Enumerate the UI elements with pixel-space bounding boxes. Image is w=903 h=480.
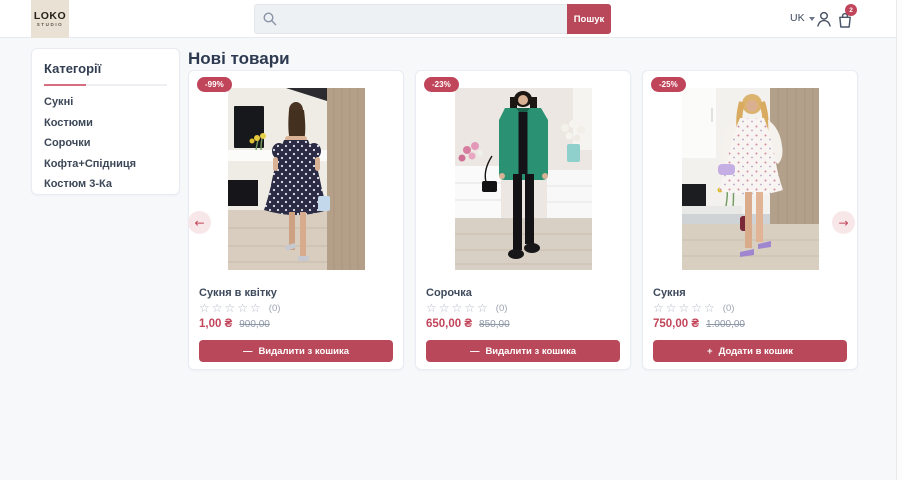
old-price: 1.000,00 xyxy=(706,319,745,330)
product-image[interactable] xyxy=(228,88,365,270)
old-price: 900,00 xyxy=(239,319,270,330)
rating-count: (0) xyxy=(495,302,508,314)
star-rating-icons: ☆☆☆☆☆ xyxy=(426,301,490,315)
current-price: 1,00 ₴ xyxy=(199,318,233,330)
search-bar: Пошук xyxy=(254,4,611,34)
category-list: Сукні Костюми Сорочки Кофта+Спідниця Кос… xyxy=(32,97,179,190)
product-carousel: -99% Сукня в квітку ☆☆☆☆☆ (0) 1,00 ₴ 900… xyxy=(188,70,858,370)
scrollbar[interactable] xyxy=(896,0,903,480)
search-input[interactable] xyxy=(254,4,567,34)
button-label: Видалити з кошика xyxy=(485,345,577,357)
product-card: -99% Сукня в квітку ☆☆☆☆☆ (0) 1,00 ₴ 900… xyxy=(188,70,404,370)
logo[interactable]: LOKO STUDIO xyxy=(31,0,69,38)
product-title[interactable]: Сукня в квітку xyxy=(199,287,393,299)
discount-badge: -99% xyxy=(197,77,232,92)
category-sidebar: Категорії Сукні Костюми Сорочки Кофта+Сп… xyxy=(31,48,180,195)
sidebar-item-kofta-spidnytsya[interactable]: Кофта+Спідниця xyxy=(44,158,167,170)
user-icon xyxy=(817,11,831,27)
product-image[interactable] xyxy=(682,88,819,270)
current-price: 750,00 ₴ xyxy=(653,318,700,330)
old-price: 850,00 xyxy=(479,319,510,330)
sidebar-item-sukni[interactable]: Сукні xyxy=(44,97,167,108)
search-button[interactable]: Пошук xyxy=(567,4,611,34)
product-title[interactable]: Сукня xyxy=(653,287,847,299)
star-rating-icons: ☆☆☆☆☆ xyxy=(653,301,717,315)
minus-icon: — xyxy=(469,345,480,357)
page-title: Нові товари xyxy=(188,49,290,68)
language-label: UK xyxy=(790,12,805,24)
plus-icon: + xyxy=(707,345,713,357)
remove-from-cart-button[interactable]: — Видалити з кошика xyxy=(199,340,393,362)
minus-icon: — xyxy=(242,345,253,357)
sidebar-divider xyxy=(44,84,167,86)
product-card: -25% Сукня ☆☆☆☆☆ (0) 750,00 ₴ 1.000,00 +… xyxy=(642,70,858,370)
carousel-prev-button[interactable]: ← xyxy=(188,211,211,234)
account-button[interactable] xyxy=(815,10,833,28)
product-price-row: 1,00 ₴ 900,00 xyxy=(199,318,270,330)
current-price: 650,00 ₴ xyxy=(426,318,473,330)
remove-from-cart-button[interactable]: — Видалити з кошика xyxy=(426,340,620,362)
star-rating-icons: ☆☆☆☆☆ xyxy=(199,301,263,315)
sidebar-item-sorochky[interactable]: Сорочки xyxy=(44,138,167,149)
product-price-row: 650,00 ₴ 850,00 xyxy=(426,318,510,330)
button-label: Видалити з кошика xyxy=(258,345,350,357)
discount-badge: -25% xyxy=(651,77,686,92)
discount-badge: -23% xyxy=(424,77,459,92)
product-rating: ☆☆☆☆☆ (0) xyxy=(653,301,734,315)
header: LOKO STUDIO Пошук UK 2 xyxy=(0,0,903,38)
product-rating: ☆☆☆☆☆ (0) xyxy=(426,301,507,315)
product-image[interactable] xyxy=(455,88,592,270)
cart-count-badge: 2 xyxy=(845,4,857,16)
product-rating: ☆☆☆☆☆ (0) xyxy=(199,301,280,315)
carousel-next-button[interactable]: → xyxy=(832,211,855,234)
logo-subtitle: STUDIO xyxy=(36,22,64,27)
rating-count: (0) xyxy=(268,302,281,314)
button-label: Додати в кошик xyxy=(718,345,793,357)
product-price-row: 750,00 ₴ 1.000,00 xyxy=(653,318,745,330)
arrow-right-icon: → xyxy=(838,215,849,230)
rating-count: (0) xyxy=(722,302,735,314)
sidebar-title: Категорії xyxy=(44,61,102,76)
chevron-down-icon xyxy=(808,16,815,21)
sidebar-item-kostyum-3ka[interactable]: Костюм 3-Ка xyxy=(44,179,167,190)
product-title[interactable]: Сорочка xyxy=(426,287,620,299)
add-to-cart-button[interactable]: + Додати в кошик xyxy=(653,340,847,362)
logo-title: LOKO xyxy=(33,10,67,22)
sidebar-item-kostyumy[interactable]: Костюми xyxy=(44,117,167,129)
product-card: -23% Сорочка ☆☆☆☆☆ (0) 650,00 ₴ 850,00 —… xyxy=(415,70,631,370)
language-selector[interactable]: UK xyxy=(790,12,815,24)
arrow-left-icon: ← xyxy=(194,215,205,230)
